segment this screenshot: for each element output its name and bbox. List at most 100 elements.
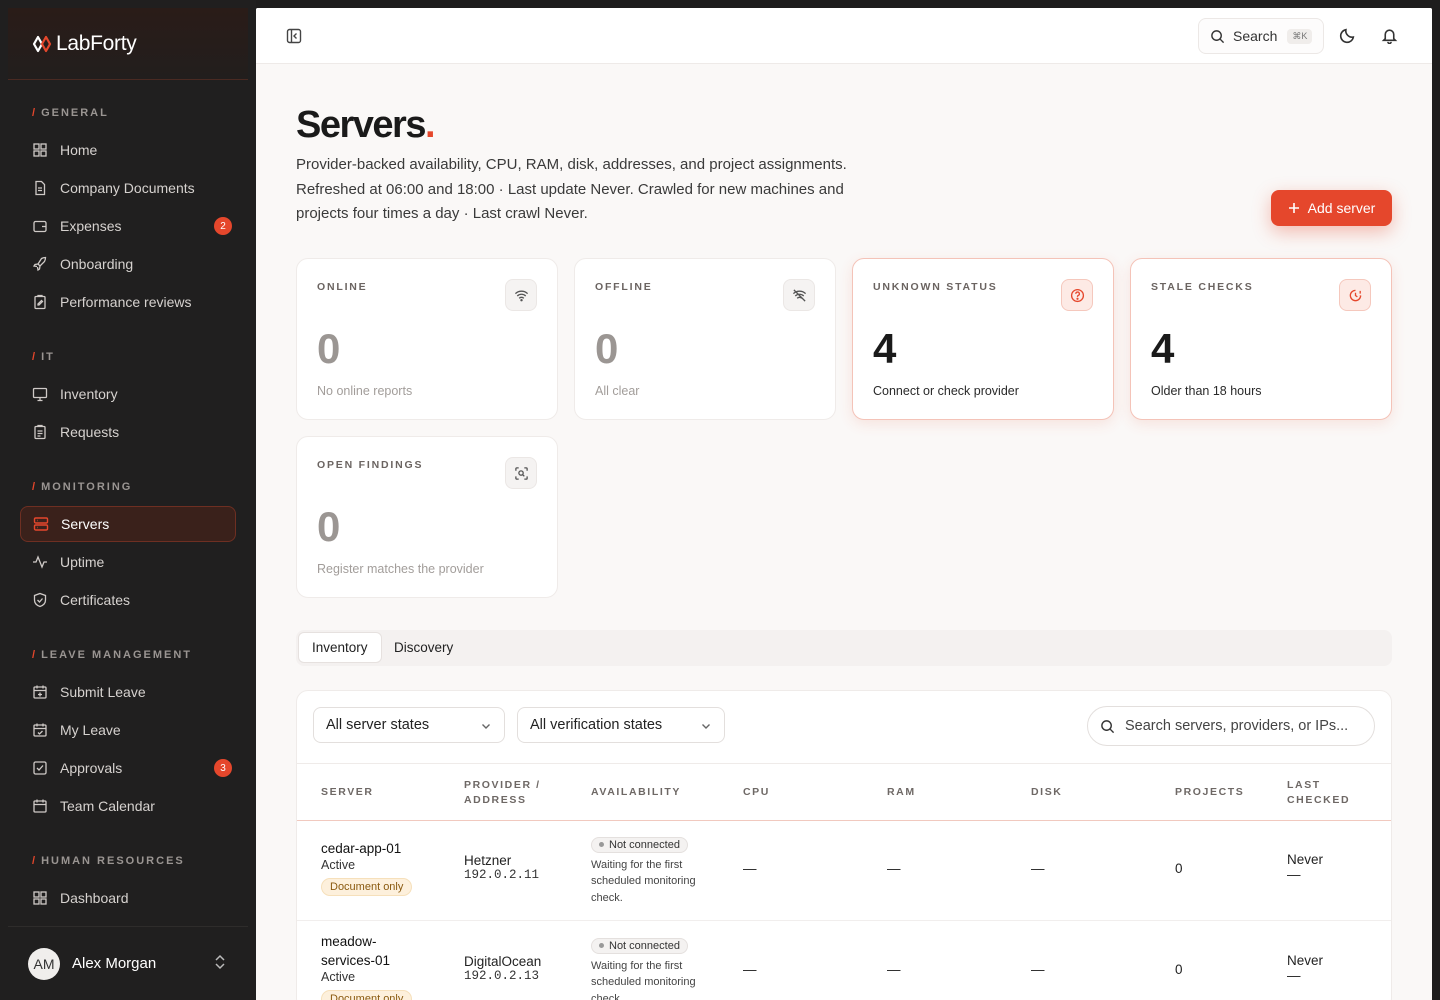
- nav-group-human-resources: / HUMAN RESOURCES: [32, 855, 185, 867]
- server-state-filter[interactable]: All server states: [313, 707, 505, 743]
- server-state: Active: [321, 970, 356, 984]
- sidebar-item-company-documents[interactable]: Company Documents: [20, 170, 236, 206]
- sidebar-item-certificates[interactable]: Certificates: [20, 582, 236, 618]
- server-name[interactable]: cedar-app-01: [321, 839, 412, 858]
- bell-icon[interactable]: [1381, 27, 1398, 44]
- chevron-down-icon: [482, 724, 490, 729]
- sidebar-item-dashboard[interactable]: Dashboard: [20, 880, 236, 916]
- stat-label: UNKNOWN STATUS: [873, 281, 998, 293]
- moon-icon[interactable]: [1339, 27, 1356, 44]
- select-value: All server states: [326, 717, 430, 733]
- table-row[interactable]: cedar-app-01 Active Document only Hetzne…: [297, 821, 1391, 921]
- status-dot: [599, 842, 604, 847]
- column-header-last-checked[interactable]: LAST CHECKED: [1287, 778, 1350, 808]
- sidebar-item-performance-reviews[interactable]: Performance reviews: [20, 284, 236, 320]
- main-content: Search ⌘K Servers. Provider-backed avail…: [256, 8, 1432, 1000]
- column-header-availability[interactable]: AVAILABILITY: [591, 785, 681, 800]
- sidebar-item-uptime[interactable]: Uptime: [20, 544, 236, 580]
- stat-subtitle: Register matches the provider: [317, 562, 484, 576]
- search-label: Search: [1233, 28, 1278, 44]
- servers-table-card: All server states All verification state…: [296, 690, 1392, 1000]
- monitor-icon: [32, 386, 48, 402]
- disk-value: —: [1031, 962, 1045, 977]
- sidebar-toggle-icon[interactable]: [286, 28, 302, 44]
- wifi-icon: [505, 279, 537, 311]
- column-header-server[interactable]: SERVER: [321, 785, 374, 800]
- tab-inventory[interactable]: Inventory: [298, 632, 382, 663]
- provider-name: DigitalOcean: [464, 954, 542, 969]
- help-circle-icon: [1061, 279, 1093, 311]
- column-header-provider[interactable]: PROVIDER / ADDRESS: [464, 778, 541, 808]
- stat-subtitle: Connect or check provider: [873, 384, 1019, 398]
- provider-name: Hetzner: [464, 853, 512, 868]
- status-dot: [599, 943, 604, 948]
- add-server-button[interactable]: Add server: [1271, 190, 1392, 226]
- stat-card-unknown-status: UNKNOWN STATUS 4 Connect or check provid…: [852, 258, 1114, 420]
- document-icon: [32, 180, 48, 196]
- column-header-disk[interactable]: DISK: [1031, 785, 1063, 800]
- plus-icon: [1288, 203, 1299, 213]
- server-cell: cedar-app-01 Active Document only: [321, 839, 413, 896]
- stat-card-open-findings: OPEN FINDINGS 0 Register matches the pro…: [296, 436, 558, 598]
- sidebar-item-my-leave[interactable]: My Leave: [20, 712, 236, 748]
- check-square-icon: [32, 760, 48, 776]
- server-state: Active: [321, 858, 356, 872]
- document-only-badge: Document only: [321, 990, 413, 1000]
- global-search-button[interactable]: Search ⌘K: [1198, 18, 1324, 54]
- tab-discovery[interactable]: Discovery: [381, 632, 466, 663]
- ip-address: 192.0.2.11: [464, 868, 540, 882]
- brand-logo[interactable]: LabForty: [32, 32, 137, 56]
- stat-label: STALE CHECKS: [1151, 281, 1254, 293]
- search-icon: [1101, 719, 1115, 733]
- column-header-projects[interactable]: PROJECTS: [1175, 785, 1244, 800]
- stat-label: OPEN FINDINGS: [317, 459, 424, 471]
- column-header-cpu[interactable]: CPU: [743, 785, 770, 800]
- activity-icon: [32, 554, 48, 570]
- disk-value: —: [1031, 861, 1045, 876]
- sidebar-item-servers[interactable]: Servers: [20, 506, 236, 542]
- sidebar-item-onboarding[interactable]: Onboarding: [20, 246, 236, 282]
- server-cell: meadow-services-01 Active Document only: [321, 932, 413, 1000]
- approvals-count-badge: 3: [214, 759, 232, 777]
- stat-subtitle: Older than 18 hours: [1151, 384, 1262, 398]
- sidebar-item-label: Performance reviews: [60, 294, 192, 310]
- user-menu[interactable]: AM Alex Morgan: [8, 926, 248, 1000]
- brand-header: LabForty: [8, 8, 248, 80]
- last-checked-cell: Never —: [1287, 852, 1323, 882]
- wifi-off-icon: [783, 279, 815, 311]
- availability-cell: Not connected Waiting for the first sche…: [591, 936, 711, 1000]
- server-search-input[interactable]: Search servers, providers, or IPs...: [1087, 706, 1375, 746]
- user-name: Alex Morgan: [72, 955, 157, 972]
- table-row[interactable]: meadow-services-01 Active Document only …: [297, 922, 1391, 1000]
- last-checked-sub: —: [1287, 968, 1301, 983]
- sidebar-item-team-calendar[interactable]: Team Calendar: [20, 788, 236, 824]
- sidebar-item-submit-leave[interactable]: Submit Leave: [20, 674, 236, 710]
- ip-address: 192.0.2.13: [464, 969, 540, 983]
- projects-count: 0: [1175, 962, 1183, 977]
- last-checked-value: Never: [1287, 852, 1324, 867]
- stat-value: 0: [317, 325, 341, 372]
- sidebar-item-requests[interactable]: Requests: [20, 414, 236, 450]
- sidebar-item-home[interactable]: Home: [20, 132, 236, 168]
- sidebar-item-label: Dashboard: [60, 890, 129, 906]
- provider-cell: Hetzner 192.0.2.11: [464, 853, 539, 882]
- search-icon: [1211, 29, 1225, 43]
- ram-value: —: [887, 861, 901, 876]
- page-description: Provider-backed availability, CPU, RAM, …: [296, 156, 847, 222]
- stat-value: 0: [317, 503, 341, 550]
- column-header-ram[interactable]: RAM: [887, 785, 916, 800]
- sidebar-item-label: Onboarding: [60, 256, 134, 272]
- sidebar-item-approvals[interactable]: Approvals 3: [20, 750, 236, 786]
- wallet-icon: [32, 218, 48, 234]
- verification-state-filter[interactable]: All verification states: [517, 707, 725, 743]
- clipboard-edit-icon: [32, 294, 48, 310]
- server-name[interactable]: meadow-services-01: [321, 932, 412, 970]
- table-header: SERVER PROVIDER / ADDRESS AVAILABILITY CP…: [297, 763, 1391, 821]
- sidebar-item-inventory[interactable]: Inventory: [20, 376, 236, 412]
- select-value: All verification states: [530, 717, 663, 733]
- sidebar-item-expenses[interactable]: Expenses 2: [20, 208, 236, 244]
- nav-group-general: / GENERAL: [32, 107, 109, 119]
- clipboard-list-icon: [32, 424, 48, 440]
- stat-value: 0: [595, 325, 619, 372]
- nav-group-leave-management: / LEAVE MANAGEMENT: [32, 649, 193, 661]
